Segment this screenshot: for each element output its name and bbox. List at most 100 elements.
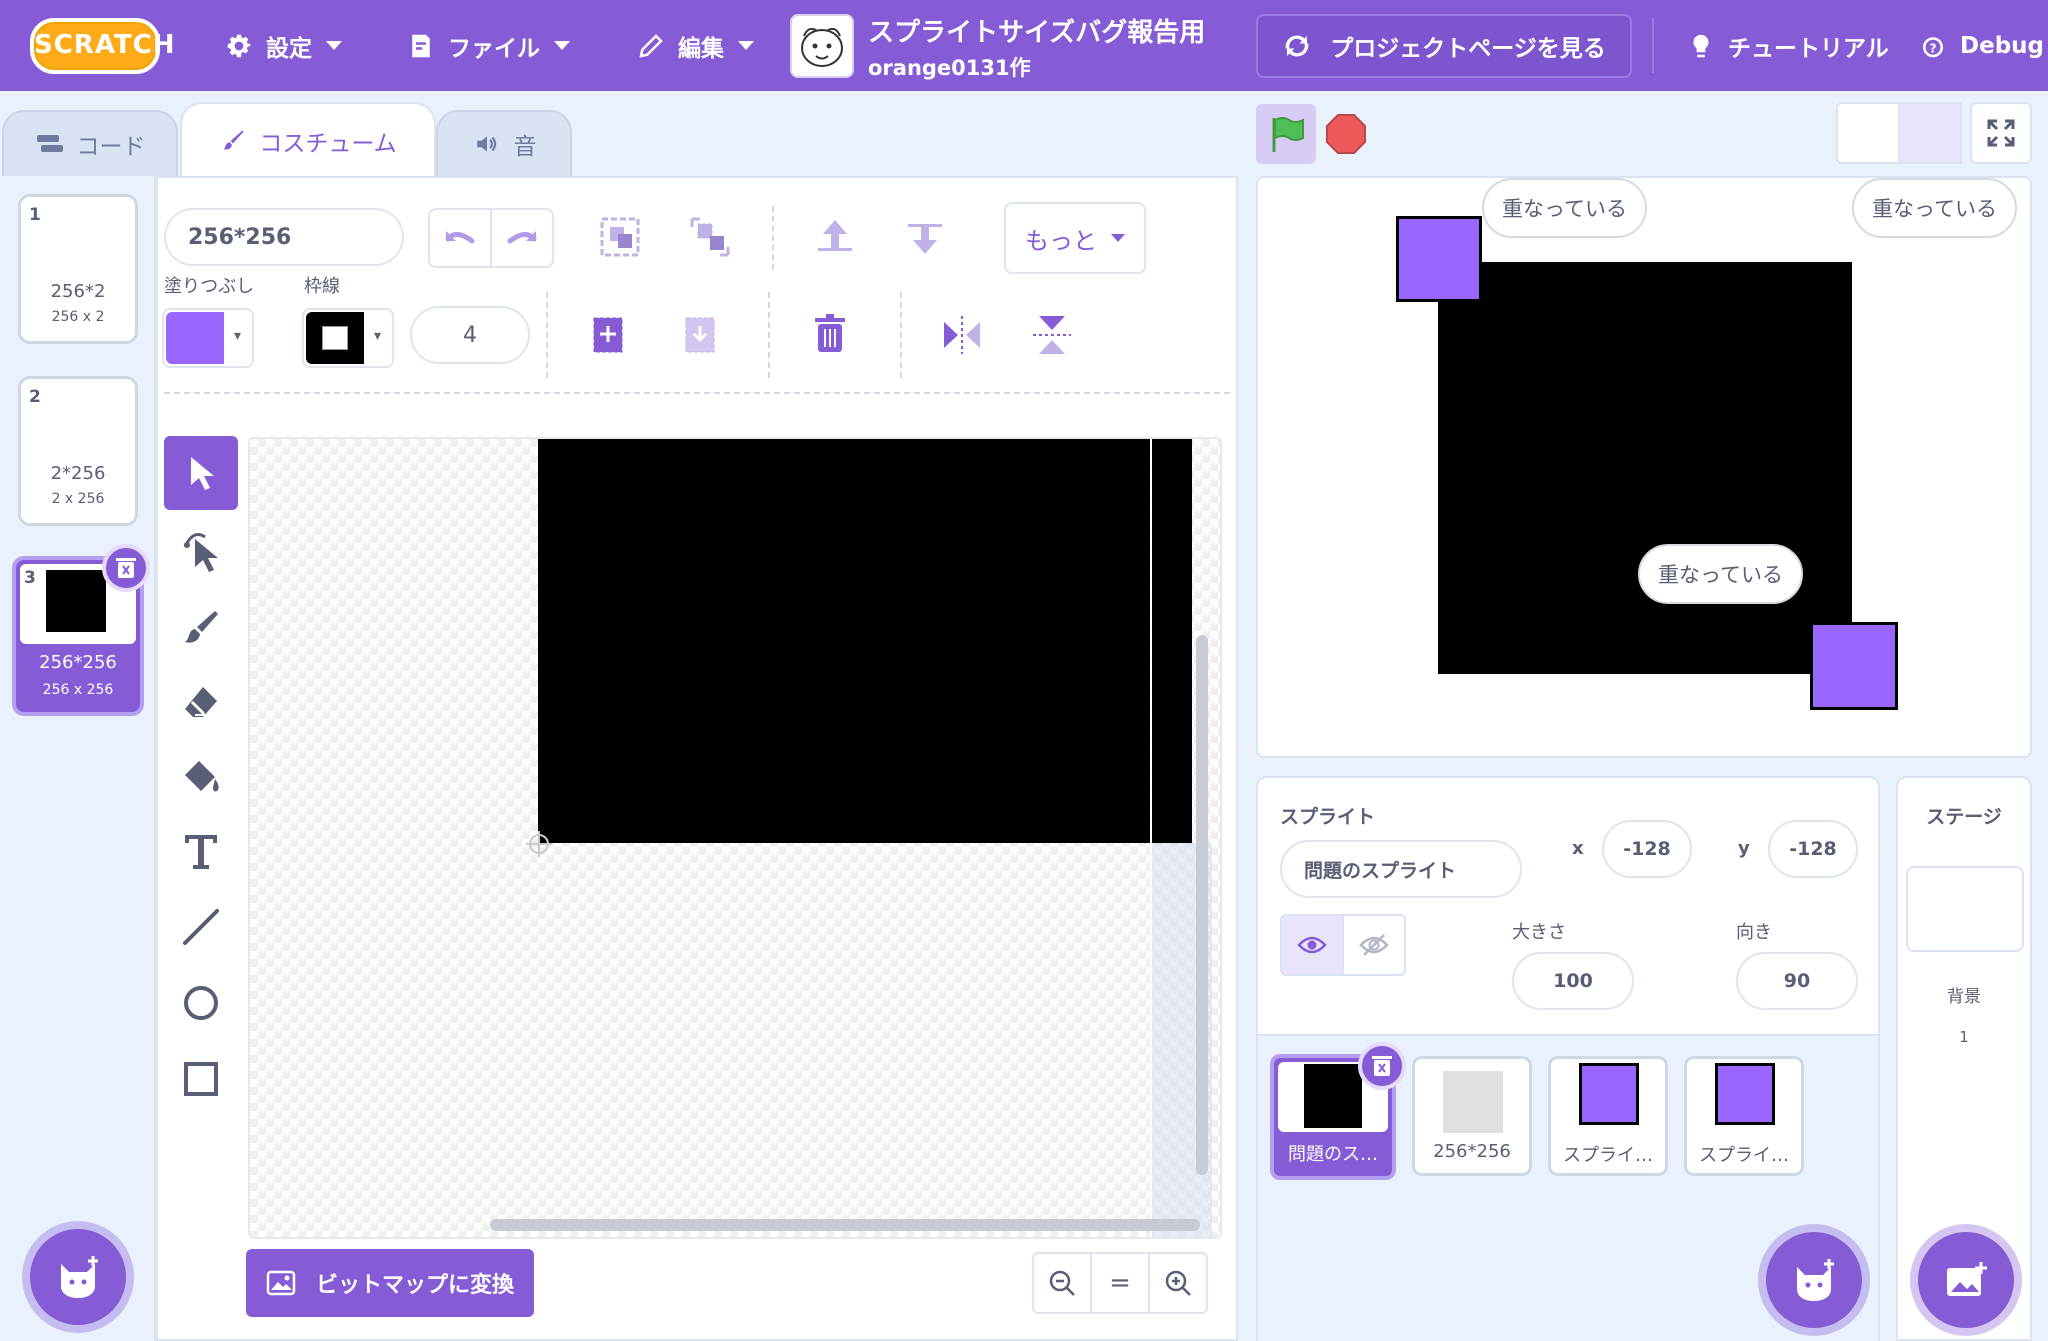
direction-value: 90 [1783,970,1811,992]
project-title[interactable]: スプライトサイズバグ報告用 [868,12,1205,49]
undo-button[interactable] [428,208,492,268]
costume-name-input[interactable]: 256*256 [164,208,404,266]
zoom-out-icon [1049,1270,1075,1296]
outline-swatch [306,312,364,364]
select-tool[interactable] [164,436,238,510]
backdrop-label: 背景 [1947,987,1981,1007]
sprite-tile-name: スプライ… [1563,1145,1653,1166]
project-page-button[interactable]: プロジェクトページを見る [1256,14,1632,78]
image-icon [266,1270,296,1296]
scratch-logo[interactable]: SCRATCH [30,18,175,74]
tab-sound[interactable]: 音 [436,110,572,176]
size-input[interactable]: 100 [1512,952,1634,1010]
tab-code-label: コード [76,134,146,160]
more-dropdown[interactable]: もっと [1004,202,1146,274]
stop-button[interactable] [1322,110,1370,158]
copy-icon[interactable] [588,312,628,358]
brush-tool[interactable] [164,590,238,664]
costume-item-1[interactable]: 1 256*2 256 x 2 [18,194,138,344]
zoom-out-button[interactable] [1032,1252,1092,1314]
flip-vertical-icon[interactable] [1030,312,1074,358]
stage[interactable]: 重なっている 重なっている 重なっている [1256,176,2032,758]
sprite-tile-3[interactable]: スプライ… [1548,1056,1668,1176]
sprite-tile-4[interactable]: スプライ… [1684,1056,1804,1176]
costume-number: 2 [29,387,41,407]
tab-costume[interactable]: コスチューム [180,102,436,178]
costume-name-value: 256*256 [188,224,292,250]
brush-icon [185,611,218,643]
y-input[interactable]: -128 [1768,820,1858,878]
reshape-tool[interactable] [164,514,238,588]
normal-stage-button[interactable] [1898,102,1962,164]
direction-input[interactable]: 90 [1736,952,1858,1010]
tutorial-menu[interactable]: チュートリアル [1686,0,1889,91]
vertical-scrollbar[interactable] [1196,635,1208,1175]
green-flag-button[interactable] [1256,104,1316,164]
forward-icon[interactable] [812,214,858,260]
edit-menu[interactable]: 編集 [636,0,754,91]
zoom-reset-button[interactable]: = [1090,1252,1150,1314]
sprite-name-input[interactable]: 問題のスプライト [1280,840,1522,898]
show-sprite-button[interactable] [1280,914,1344,976]
horizontal-scrollbar[interactable] [490,1219,1200,1231]
flip-horizontal-icon[interactable] [940,312,984,358]
costume-name: 256*256 [39,652,117,673]
eye-slash-icon [1359,934,1389,956]
tab-code[interactable]: コード [2,110,178,176]
settings-label: 設定 [266,35,312,62]
delete-costume-button[interactable] [102,544,150,592]
outline-width-input[interactable]: 4 [410,306,530,364]
sprite-tile-2[interactable]: 256*256 [1412,1056,1532,1176]
stage-purple-sprite-1[interactable] [1396,216,1482,302]
costume-number: 1 [29,205,41,225]
paint-canvas[interactable] [248,437,1222,1239]
delete-icon[interactable] [810,312,850,358]
speech-bubble-text: 重なっている [1872,197,1997,221]
menubar-divider [1652,18,1654,73]
settings-menu[interactable]: 設定 [224,0,342,91]
choose-sprite-button[interactable] [1766,1232,1862,1328]
zoom-in-button[interactable] [1148,1252,1208,1314]
fill-color-picker[interactable]: ▾ [162,308,254,368]
debug-menu[interactable]: ? Debug [1918,0,2044,91]
choose-costume-button[interactable] [30,1229,126,1325]
sprite-header: スプライト [1280,806,1376,828]
stop-icon [1326,114,1366,154]
backward-icon[interactable] [902,214,948,260]
convert-to-bitmap-button[interactable]: ビットマップに変換 [246,1249,534,1317]
rectangle-tool[interactable] [164,1042,238,1116]
outline-width-value: 4 [463,322,477,348]
sprite-tile-name: スプライ… [1699,1145,1789,1166]
hide-sprite-button[interactable] [1342,914,1406,976]
text-icon [185,835,217,869]
gear-icon [227,34,251,57]
costume-item-2[interactable]: 2 2*256 2 x 256 [18,376,138,526]
fullscreen-button[interactable] [1970,102,2032,164]
sprite-info-fields: スプライト 問題のスプライト x -128 y -128 大きさ 100 向き … [1258,778,1878,1036]
eraser-tool[interactable] [164,666,238,740]
fill-tool[interactable] [164,740,238,814]
stage-purple-sprite-2[interactable] [1810,622,1898,710]
backdrop-thumbnail[interactable] [1906,866,2024,952]
file-menu[interactable]: ファイル [406,0,570,91]
line-tool[interactable] [164,890,238,964]
text-tool[interactable] [164,814,238,888]
size-value: 100 [1553,970,1593,992]
delete-sprite-button[interactable] [1358,1042,1406,1090]
outline-color-picker[interactable]: ▾ [302,308,394,368]
x-input[interactable]: -128 [1602,820,1692,878]
project-author: orange0131作 [868,56,1031,80]
group-icon[interactable] [598,214,642,260]
stage-black-sprite[interactable] [1438,262,1852,674]
costume-black-square[interactable] [538,439,1150,843]
choose-backdrop-button[interactable] [1918,1232,2014,1328]
more-label: もっと [1025,226,1097,255]
tutorial-label: チュートリアル [1728,35,1889,62]
circle-tool[interactable] [164,966,238,1040]
redo-icon [507,231,537,244]
paste-icon[interactable] [680,312,720,358]
ungroup-icon[interactable] [688,214,732,260]
stage-target-panel[interactable]: ステージ 背景 1 [1896,776,2032,1341]
redo-button[interactable] [490,208,554,268]
small-stage-button[interactable] [1836,102,1900,164]
